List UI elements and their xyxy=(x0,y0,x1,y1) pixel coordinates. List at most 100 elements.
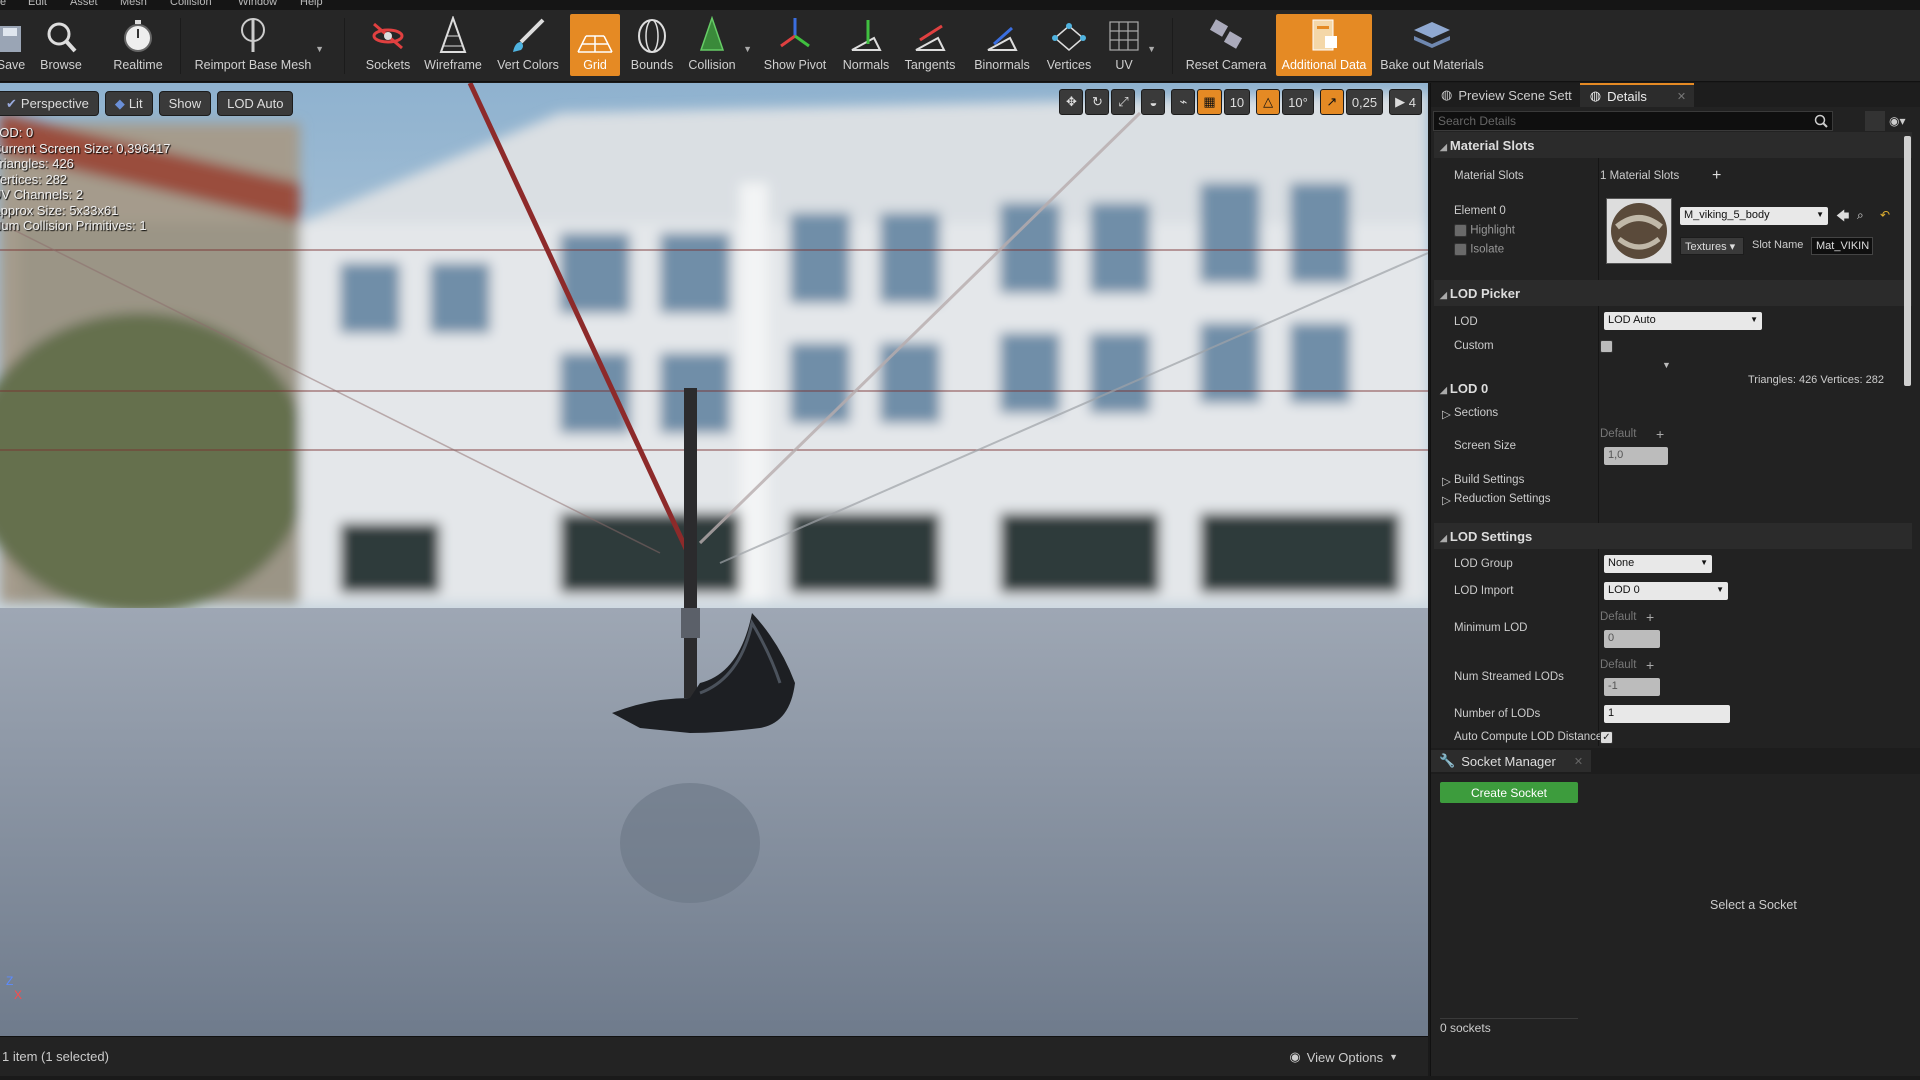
slot-name-field[interactable]: Mat_VIKIN xyxy=(1811,237,1873,255)
realtime-button[interactable]: Realtime xyxy=(112,14,164,76)
reimport-base-mesh-button[interactable]: Reimport Base Mesh ▼ xyxy=(194,14,324,76)
surface-snap-icon[interactable]: ⌁ xyxy=(1171,89,1196,115)
grid-label: Grid xyxy=(583,58,607,72)
eye-options-icon[interactable]: ◉▾ xyxy=(1889,114,1906,128)
tab-details[interactable]: ◍ Details ✕ xyxy=(1579,83,1695,107)
translate-icon[interactable]: ✥ xyxy=(1059,89,1084,115)
menu-window[interactable]: Window xyxy=(238,0,277,8)
add-icon[interactable]: + xyxy=(1646,609,1654,625)
rotation-snap-value[interactable]: 10° xyxy=(1282,89,1314,115)
expand-advanced-icon[interactable]: ▼ xyxy=(1662,360,1671,370)
rotate-icon[interactable]: ↻ xyxy=(1085,89,1110,115)
axis-z-label: Z xyxy=(6,974,14,988)
minimum-lod-field[interactable]: 0 xyxy=(1604,630,1660,648)
add-icon[interactable]: + xyxy=(1646,657,1654,673)
isolate-checkbox[interactable] xyxy=(1454,243,1467,256)
section-lod0[interactable]: ◢ LOD 0 xyxy=(1434,375,1734,401)
section-lod-settings[interactable]: ◢ LOD Settings xyxy=(1434,523,1912,549)
scale-icon[interactable]: ⤢ xyxy=(1111,89,1136,115)
highlight-checkbox[interactable] xyxy=(1454,224,1467,237)
textures-label: Textures xyxy=(1685,241,1727,253)
vert-colors-button[interactable]: Vert Colors xyxy=(494,14,562,76)
lod-group-dropdown[interactable]: None xyxy=(1604,555,1712,573)
menu-mesh[interactable]: Mesh xyxy=(120,0,147,8)
list-view-icon[interactable] xyxy=(1865,111,1885,131)
custom-checkbox[interactable] xyxy=(1600,340,1613,353)
search-input[interactable]: Search Details xyxy=(1433,111,1833,131)
binormals-button[interactable]: Binormals xyxy=(970,14,1034,76)
chevron-down-icon[interactable]: ▼ xyxy=(315,44,324,54)
show-pivot-button[interactable]: Show Pivot xyxy=(762,14,828,76)
tab-preview-scene-settings[interactable]: ◍ Preview Scene Sett xyxy=(1431,83,1580,107)
textures-dropdown[interactable]: Textures ▾ xyxy=(1680,237,1744,255)
grid-button[interactable]: Grid xyxy=(570,14,620,76)
vertices-button[interactable]: Vertices xyxy=(1044,14,1094,76)
camera-speed-button[interactable]: ▶ 4 xyxy=(1389,89,1422,115)
screen-size-field[interactable]: 1,0 xyxy=(1604,447,1668,465)
tangents-button[interactable]: Tangents xyxy=(900,14,960,76)
stopwatch-icon xyxy=(124,20,152,52)
menu-asset[interactable]: Asset xyxy=(70,0,98,8)
add-icon[interactable]: + xyxy=(1712,167,1721,185)
sockets-button[interactable]: Sockets xyxy=(362,14,414,76)
additional-data-button[interactable]: Additional Data xyxy=(1276,14,1372,76)
scale-snap-value[interactable]: 0,25 xyxy=(1345,89,1384,115)
socket-manager-tabbar: 🔧 Socket Manager ✕ xyxy=(1431,748,1920,774)
reset-icon[interactable]: ↶ xyxy=(1880,208,1890,222)
bake-out-materials-button[interactable]: Bake out Materials xyxy=(1380,14,1484,76)
create-socket-button[interactable]: Create Socket xyxy=(1440,782,1578,803)
menu-help[interactable]: Help xyxy=(300,0,323,8)
menu-edit[interactable]: Edit xyxy=(28,0,47,8)
viewport-toolbar-left: ✔ Perspective ◆ Lit Show LOD Auto xyxy=(0,91,294,117)
add-icon[interactable]: + xyxy=(1656,426,1664,442)
show-dropdown[interactable]: Show xyxy=(158,91,212,116)
grid-snap-toggle-icon[interactable]: ▦ xyxy=(1197,89,1222,115)
browse-button[interactable]: Browse xyxy=(38,14,84,76)
normals-icon xyxy=(851,20,882,51)
number-of-lods-field[interactable]: 1 xyxy=(1604,705,1730,723)
material-thumbnail[interactable] xyxy=(1606,198,1672,264)
lit-dropdown[interactable]: ◆ Lit xyxy=(104,91,153,116)
scale-snap-toggle-icon[interactable]: ↗ xyxy=(1319,89,1344,115)
normals-button[interactable]: Normals xyxy=(840,14,892,76)
num-streamed-field[interactable]: -1 xyxy=(1604,678,1660,696)
save-button[interactable]: Save xyxy=(0,14,28,76)
material-dropdown[interactable]: M_viking_5_body xyxy=(1680,207,1828,225)
check-icon: ✔ xyxy=(6,95,17,111)
chevron-down-icon[interactable]: ▼ xyxy=(1147,44,1156,54)
bounds-button[interactable]: Bounds xyxy=(628,14,676,76)
lod-dropdown[interactable]: LOD Auto xyxy=(1604,312,1762,330)
tab-socket-manager[interactable]: 🔧 Socket Manager ✕ xyxy=(1431,750,1592,772)
uv-button[interactable]: UV ▼ xyxy=(1104,14,1156,76)
lod-import-label: LOD Import xyxy=(1454,585,1514,597)
world-local-icon[interactable]: ◒ xyxy=(1141,89,1166,115)
reset-camera-button[interactable]: Reset Camera xyxy=(1186,14,1266,76)
viewport[interactable]: ✔ Perspective ◆ Lit Show LOD Auto LOD: 0… xyxy=(0,83,1428,1036)
axis-x-label: X xyxy=(14,988,23,1002)
use-selected-icon[interactable]: 🡄 xyxy=(1836,207,1849,229)
chevron-down-icon[interactable]: ▼ xyxy=(743,44,752,54)
lod-import-dropdown[interactable]: LOD 0 xyxy=(1604,582,1728,600)
wrench-icon: 🔧 xyxy=(1439,753,1456,768)
collision-button[interactable]: Collision ▼ xyxy=(684,14,752,76)
menu-file[interactable]: e xyxy=(0,0,6,8)
close-icon[interactable]: ✕ xyxy=(1677,90,1686,103)
viewport-stats: LOD: 0 Current Screen Size: 0,396417 Tri… xyxy=(0,125,171,234)
default-label: Default xyxy=(1600,611,1637,623)
view-options-button[interactable]: ◉ View Options ▼ xyxy=(1289,1049,1398,1065)
browse-asset-icon[interactable]: ⌕ xyxy=(1857,208,1864,223)
section-material-slots[interactable]: ◢ Material Slots xyxy=(1434,132,1912,158)
menu-collision[interactable]: Collision xyxy=(170,0,212,8)
perspective-dropdown[interactable]: ✔ Perspective xyxy=(0,91,99,116)
collapse-icon: ◢ xyxy=(1440,142,1447,152)
wireframe-button[interactable]: Wireframe xyxy=(422,14,484,76)
close-icon[interactable]: ✕ xyxy=(1574,755,1583,768)
column-divider xyxy=(1598,136,1599,746)
lod-dropdown[interactable]: LOD Auto xyxy=(217,91,294,116)
rotation-snap-toggle-icon[interactable]: △ xyxy=(1256,89,1281,115)
auto-compute-checkbox[interactable]: ✓ xyxy=(1600,731,1613,744)
lod-import-value: LOD 0 xyxy=(1608,584,1640,596)
details-scrollbar[interactable] xyxy=(1904,136,1911,386)
section-lod-picker[interactable]: ◢ LOD Picker xyxy=(1434,280,1912,306)
grid-snap-value[interactable]: 10 xyxy=(1223,89,1251,115)
